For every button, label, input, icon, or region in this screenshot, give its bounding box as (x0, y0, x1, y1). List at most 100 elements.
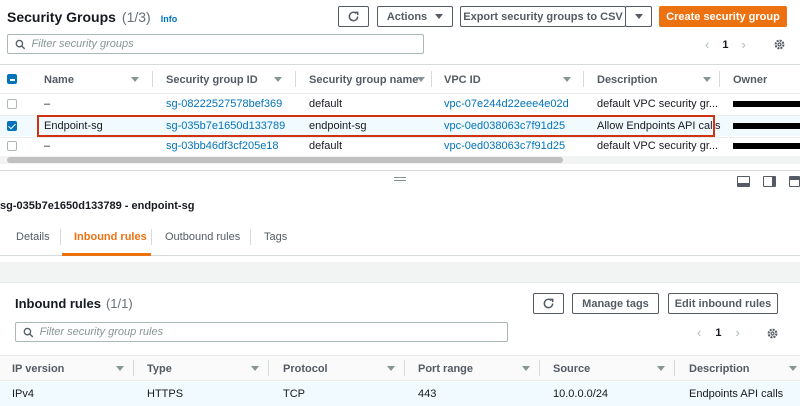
refresh-icon (543, 298, 554, 309)
row-name: – (44, 140, 51, 152)
page-title-row: Security Groups (1/3) Info (7, 9, 177, 25)
row-sg-id-link[interactable]: sg-08222527578bef369 (166, 98, 282, 110)
info-link[interactable]: Info (161, 14, 178, 24)
col-header-protocol[interactable]: Protocol (283, 363, 328, 375)
column-divider (431, 71, 432, 87)
search-icon (23, 327, 34, 337)
rule-row-bg (0, 382, 800, 406)
tab-inbound-rules[interactable]: Inbound rules (74, 231, 147, 243)
tab-outbound-rules[interactable]: Outbound rules (165, 231, 240, 243)
rule-source: 10.0.0.0/24 (553, 388, 609, 400)
search-input[interactable] (31, 38, 423, 50)
sort-icon[interactable] (251, 366, 259, 371)
tab-tags[interactable]: Tags (264, 231, 287, 243)
col-header-ip-version[interactable]: IP version (12, 363, 64, 375)
col-header-sg-name[interactable]: Security group name (309, 74, 418, 86)
row-checkbox[interactable] (7, 121, 17, 131)
export-csv-button[interactable]: Export security groups to CSV (460, 6, 626, 27)
active-tab-indicator (62, 253, 151, 256)
next-page-icon[interactable]: › (741, 37, 745, 52)
col-header-port-range[interactable]: Port range (418, 363, 473, 375)
inbound-rules-search[interactable] (15, 322, 508, 342)
column-divider (674, 360, 675, 376)
page-title: Security Groups (7, 9, 116, 25)
redacted-owner (733, 101, 800, 107)
row-vpc-link[interactable]: vpc-0ed038063c7f91d25 (444, 140, 565, 152)
export-dropdown-button[interactable] (625, 6, 652, 27)
panel-maximize-icon[interactable] (789, 176, 800, 187)
caret-down-icon (435, 14, 444, 19)
create-label: Create security group (666, 10, 780, 23)
sort-icon[interactable] (789, 366, 797, 371)
security-groups-search[interactable] (7, 34, 424, 54)
gear-icon[interactable] (773, 38, 786, 51)
rule-port-range: 443 (418, 388, 437, 400)
split-handle-icon[interactable] (394, 177, 406, 181)
refresh-button[interactable] (338, 6, 369, 27)
col-header-type[interactable]: Type (147, 363, 172, 375)
inbound-refresh-button[interactable] (533, 293, 564, 314)
highlight-box (37, 115, 715, 137)
prev-page-icon[interactable]: ‹ (705, 37, 709, 52)
manage-tags-button[interactable]: Manage tags (572, 293, 659, 314)
row-description: default VPC security gr... (597, 98, 719, 110)
create-security-group-button[interactable]: Create security group (659, 6, 787, 27)
actions-label: Actions (386, 10, 428, 23)
row-sg-name: default (309, 140, 343, 152)
row-divider (0, 137, 800, 138)
row-vpc-link[interactable]: vpc-07e244d22eee4e02d (444, 98, 569, 110)
col-header-source[interactable]: Source (553, 363, 590, 375)
row-sg-id-link[interactable]: sg-03bb46df3cf205e18 (166, 140, 279, 152)
horizontal-scrollbar[interactable] (0, 156, 800, 164)
scrollbar-thumb[interactable] (7, 157, 563, 163)
prev-page-icon[interactable]: ‹ (697, 325, 701, 340)
col-header-sg-id[interactable]: Security group ID (166, 74, 258, 86)
sort-icon[interactable] (703, 77, 711, 82)
page-number[interactable]: 1 (722, 39, 728, 51)
gear-icon[interactable] (766, 327, 779, 340)
panel-side-icon[interactable] (763, 176, 776, 187)
column-divider (719, 71, 720, 87)
col-header-owner[interactable]: Owner (733, 74, 767, 86)
col-header-description[interactable]: Description (597, 74, 658, 86)
sort-icon[interactable] (657, 366, 665, 371)
table-top-border (0, 64, 800, 65)
sort-icon[interactable] (563, 77, 571, 82)
inbound-search-input[interactable] (39, 326, 507, 338)
column-divider (295, 71, 296, 87)
col-header-name[interactable]: Name (44, 74, 74, 86)
detail-heading: sg-035b7e1650d133789 - endpoint-sg (0, 200, 195, 212)
edit-inbound-label: Edit inbound rules (674, 297, 772, 310)
col-header-rule-description[interactable]: Description (689, 363, 750, 375)
sort-icon[interactable] (417, 77, 425, 82)
split-divider (0, 170, 800, 171)
panel-bottom-icon[interactable] (737, 176, 750, 187)
column-divider (152, 71, 153, 87)
sort-icon[interactable] (387, 366, 395, 371)
row-checkbox[interactable] (7, 141, 17, 151)
tab-details[interactable]: Details (16, 231, 50, 243)
column-divider (539, 360, 540, 376)
next-page-icon[interactable]: › (735, 325, 739, 340)
rule-type: HTTPS (147, 388, 184, 400)
inbound-title: Inbound rules (15, 296, 101, 311)
redacted-owner (733, 123, 800, 129)
manage-tags-label: Manage tags (582, 297, 649, 310)
header-divider (0, 93, 800, 94)
edit-inbound-rules-button[interactable]: Edit inbound rules (668, 293, 778, 314)
sort-icon[interactable] (131, 77, 139, 82)
col-header-vpc-id[interactable]: VPC ID (444, 74, 481, 86)
page-number[interactable]: 1 (715, 327, 721, 339)
row-name: – (44, 98, 51, 110)
row-checkbox[interactable] (7, 99, 17, 109)
sort-icon[interactable] (116, 366, 124, 371)
sort-icon[interactable] (522, 366, 530, 371)
export-label: Export security groups to CSV (463, 10, 623, 23)
rule-ip-version: IPv4 (12, 388, 35, 400)
sort-icon[interactable] (274, 77, 282, 82)
select-all-checkbox[interactable] (7, 74, 17, 84)
actions-button[interactable]: Actions (377, 6, 453, 27)
tab-divider (250, 229, 251, 245)
pagination: ‹ 1 › (705, 37, 746, 52)
tab-divider (60, 229, 61, 245)
